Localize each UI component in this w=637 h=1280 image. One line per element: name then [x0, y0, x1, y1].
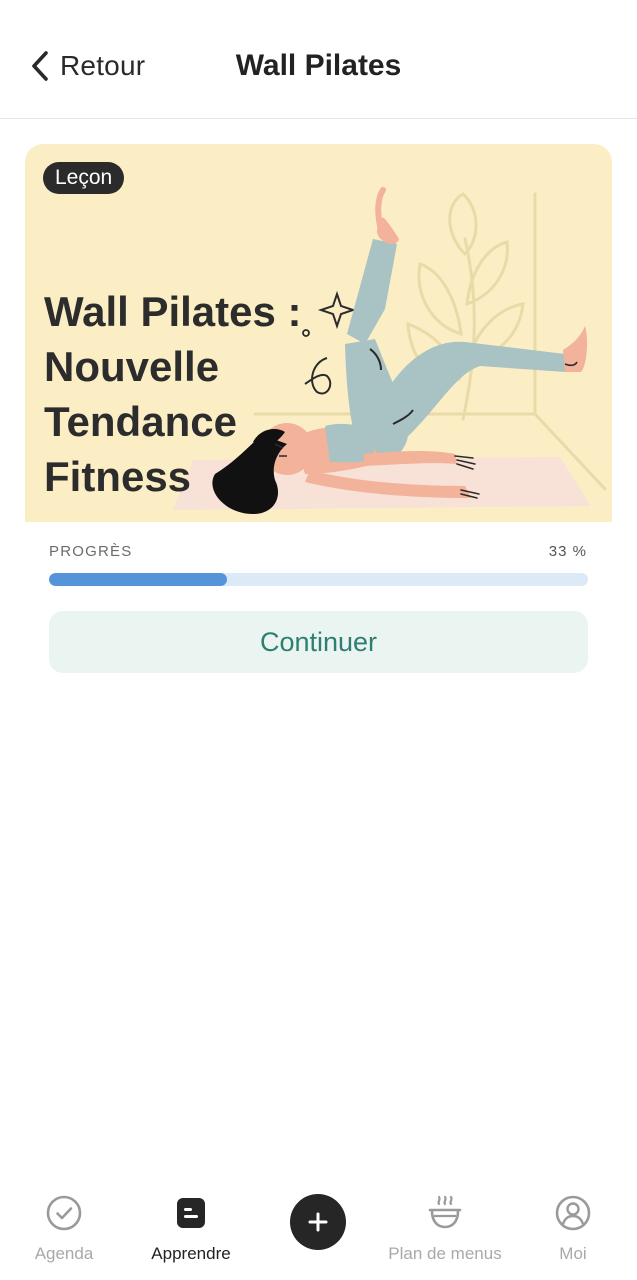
progress-label: PROGRÈS [49, 543, 133, 560]
document-icon [177, 1198, 205, 1228]
nav-item-agenda[interactable]: Agenda [4, 1194, 124, 1264]
nav-item-plan-de-menus[interactable]: Plan de menus [385, 1194, 505, 1264]
screen: Retour Wall Pilates Leçon Wall Pilates:… [0, 0, 637, 1280]
lesson-hero-card[interactable]: Leçon Wall Pilates : Nouvelle Tendance F… [25, 144, 612, 522]
lesson-title-line: Wall Pilates : [44, 288, 302, 335]
nav-item-apprendre[interactable]: Apprendre [131, 1194, 251, 1264]
check-circle-icon [46, 1195, 82, 1231]
nav-item-moi[interactable]: Moi [513, 1194, 633, 1264]
progress-bar [49, 573, 588, 586]
continue-button[interactable]: Continuer [49, 611, 588, 673]
lesson-title-line: Fitness [44, 453, 192, 500]
progress-value: 33 % [548, 543, 587, 560]
nav-item-label: Agenda [34, 1244, 94, 1263]
header: Retour Wall Pilates [0, 0, 637, 119]
bowl-icon [428, 1195, 462, 1229]
plus-icon [308, 1212, 328, 1232]
add-button[interactable] [290, 1194, 346, 1250]
lesson-badge: Leçon [43, 162, 125, 194]
nav-item-label: Plan de menus [388, 1244, 502, 1263]
nav-item-label: Moi [559, 1244, 587, 1263]
progress-bar-fill [49, 573, 227, 586]
user-circle-icon [555, 1195, 591, 1231]
bottom-nav: Agenda Apprendre Plan de menus Moi [0, 1180, 637, 1280]
page-title: Wall Pilates [235, 49, 402, 82]
lesson-title-line: Nouvelle [44, 343, 220, 390]
lesson-title-line: Tendance [44, 398, 237, 445]
lesson-title: Wall Pilates : Nouvelle Tendance Fitness [44, 284, 344, 504]
nav-item-label: Apprendre [151, 1244, 231, 1263]
